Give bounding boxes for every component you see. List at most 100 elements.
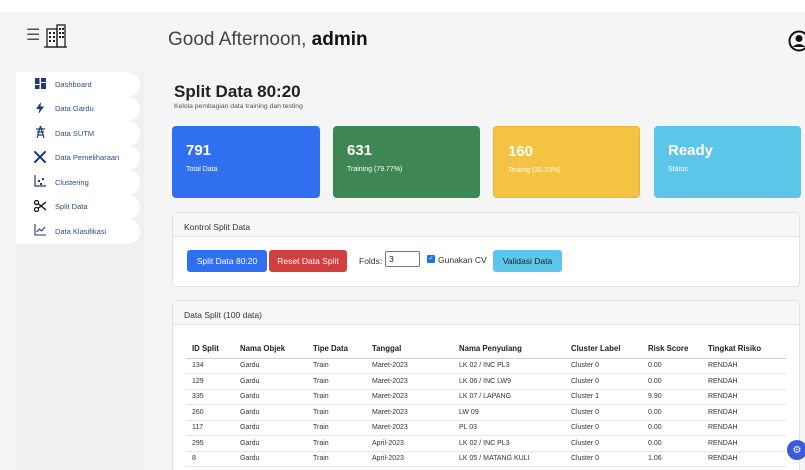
use-cv-label: Gunakan CV <box>438 255 487 265</box>
table-row: 129 Gardu Train Maret-2023 LK 06 / INC LW9 Cl… <box>186 373 786 390</box>
stat-value: 791 <box>186 142 212 159</box>
use-cv-checkbox[interactable]: ✓ <box>427 255 435 263</box>
table-cell: RENDAH <box>702 451 786 467</box>
table-cell: Cluster 0 <box>565 404 642 421</box>
greeting-username: admin <box>311 29 368 50</box>
table-cell: RENDAH <box>702 404 786 421</box>
table-cell: 0.00 <box>642 373 702 390</box>
table-cell: 0.00 <box>642 404 702 421</box>
scissors-icon <box>34 199 46 212</box>
table-cell: Maret-2023 <box>366 389 453 405</box>
sidebar-item-clustering[interactable]: Clustering <box>16 170 140 195</box>
table-cell: Gardu <box>234 389 307 405</box>
tools-icon <box>34 150 46 163</box>
gear-icon[interactable]: ⚙ <box>787 440 805 460</box>
table-cell: LK 02 / INC PL3 <box>453 358 565 374</box>
card-title: Kontrol Split Data <box>173 213 799 237</box>
sidebar-item-split-data[interactable]: Split Data <box>16 194 140 219</box>
table-cell: Train <box>307 373 366 390</box>
table-cell: 129 <box>186 373 234 390</box>
top-bar <box>0 12 805 72</box>
table-cell: Cluster 0 <box>565 358 642 374</box>
split-data-button[interactable]: Split Data 80:20 <box>187 250 267 272</box>
table-cell: 1.06 <box>642 451 702 467</box>
table-cell: April-2023 <box>366 435 453 452</box>
stat-label: Testing (20.23%) <box>508 167 561 174</box>
sidebar-item-label: Data SUTM <box>55 128 95 138</box>
split-data-table: ID Split Nama Objek Tipe Data Tanggal Na… <box>186 340 786 467</box>
table-cell: Gardu <box>234 451 307 467</box>
table-header-row: ID Split Nama Objek Tipe Data Tanggal Na… <box>186 340 786 359</box>
lightning-bolt-icon <box>34 101 46 114</box>
column-header: Risk Score <box>642 340 702 359</box>
stat-card-total: 791 Total Data <box>172 126 320 198</box>
sidebar-item-label: Dashboard <box>55 79 92 89</box>
greeting: Good Afternoon, admin <box>168 29 368 51</box>
validate-data-button[interactable]: Validasi Data <box>493 250 562 272</box>
table-cell: RENDAH <box>702 373 786 390</box>
column-header: Tanggal <box>366 340 453 359</box>
sidebar-item-data-gardu[interactable]: Data Gardu <box>16 96 140 121</box>
stat-card-training: 631 Training (79.77%) <box>333 126 480 198</box>
table-cell: Cluster 0 <box>565 451 642 467</box>
stat-label: Status <box>668 166 688 173</box>
table-row: 335 Gardu Train Maret-2023 LK 07 / LAPANG Clu… <box>186 389 786 405</box>
table-cell: 335 <box>186 389 234 405</box>
table-cell: 260 <box>186 404 234 421</box>
table-cell: 0.00 <box>642 358 702 374</box>
table-cell: 134 <box>186 358 234 374</box>
stat-label: Total Data <box>186 166 218 173</box>
table-cell: Gardu <box>234 420 307 436</box>
sidebar-item-label: Split Data <box>55 202 88 212</box>
split-control-card: Kontrol Split Data <box>172 212 800 287</box>
table-cell: Train <box>307 404 366 421</box>
table-cell: Train <box>307 451 366 467</box>
table-cell: 295 <box>186 435 234 452</box>
stat-value: 160 <box>508 143 534 160</box>
stat-card-testing: 160 Testing (20.23%) <box>493 126 640 198</box>
page-subtitle: Kelola pembagian data training dan testi… <box>174 103 303 110</box>
table-row: 295 Gardu Train April-2023 LK 02 / INC PL3 Cl… <box>186 435 786 452</box>
line-chart-icon <box>34 224 46 236</box>
table-cell: Train <box>307 389 366 405</box>
table-cell: Maret-2023 <box>366 358 453 374</box>
sidebar-item-label: Data Gardu <box>55 104 94 114</box>
table-cell: Gardu <box>234 358 307 374</box>
stat-label: Training (79.77%) <box>347 166 403 173</box>
sidebar-item-data-sutm[interactable]: Data SUTM <box>16 121 140 146</box>
column-header: Cluster Label <box>565 340 642 359</box>
hamburger-icon[interactable]: ☰ <box>26 28 40 44</box>
building-logo-icon <box>42 23 68 49</box>
page-title: Split Data 80:20 <box>174 82 301 101</box>
folds-label: Folds: <box>359 256 383 266</box>
stat-value: Ready <box>668 142 714 159</box>
sidebar-item-data-pemeliharaan[interactable]: Data Pemeliharaan <box>16 145 140 170</box>
column-header: ID Split <box>186 340 234 359</box>
table-cell: 117 <box>186 420 234 436</box>
table-cell: 8 <box>186 451 234 467</box>
greeting-prefix: Good Afternoon, <box>168 29 312 50</box>
column-header: Nama Penyulang <box>453 340 565 359</box>
sidebar-item-label: Data Pemeliharaan <box>55 153 120 163</box>
table-cell: Train <box>307 420 366 436</box>
reset-split-button[interactable]: Reset Data Split <box>269 250 347 272</box>
table-cell: Maret-2023 <box>366 373 453 390</box>
user-circle-icon[interactable] <box>788 30 805 52</box>
table-cell: Maret-2023 <box>366 420 453 436</box>
table-cell: 0.00 <box>642 420 702 436</box>
folds-input[interactable] <box>385 251 420 267</box>
sidebar-item-data-klasifikasi[interactable]: Data Klasifikasi <box>16 219 140 244</box>
table-cell: RENDAH <box>702 358 786 374</box>
table-cell: LW 09 <box>453 404 565 421</box>
table-cell: Gardu <box>234 404 307 421</box>
table-cell: 9.90 <box>642 389 702 405</box>
scatter-icon <box>34 175 46 187</box>
table-row: 134 Gardu Train Maret-2023 LK 02 / INC PL3 Cl… <box>186 358 786 374</box>
sidebar-item-label: Clustering <box>55 177 89 187</box>
sidebar-item-dashboard[interactable]: Dashboard <box>16 72 140 97</box>
table-cell: Cluster 0 <box>565 420 642 436</box>
stat-card-status: Ready Status <box>654 126 801 198</box>
table-cell: RENDAH <box>702 389 786 405</box>
table-cell: LK 02 / INC PL3 <box>453 435 565 452</box>
table-cell: RENDAH <box>702 435 786 452</box>
